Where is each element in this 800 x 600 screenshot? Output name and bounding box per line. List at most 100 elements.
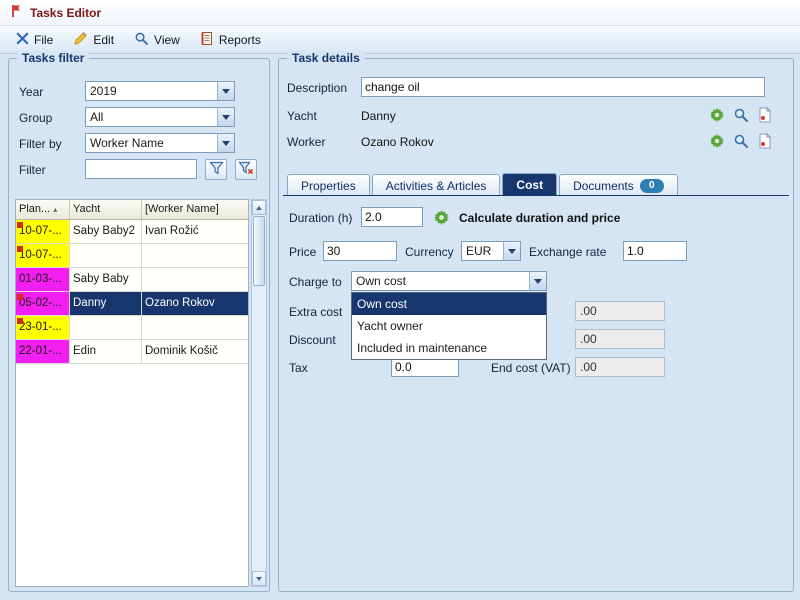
tab-divider bbox=[283, 195, 789, 196]
filterby-combo[interactable]: Worker Name bbox=[85, 133, 235, 153]
year-label: Year bbox=[19, 85, 43, 99]
cell-yacht[interactable] bbox=[70, 244, 142, 268]
tasks-filter-panel: Tasks filter Year 2019 Group All Filter … bbox=[8, 58, 270, 592]
tab-activities-articles[interactable]: Activities & Articles bbox=[372, 174, 501, 196]
app-icon bbox=[10, 4, 22, 21]
currency-label: Currency bbox=[405, 245, 454, 259]
chevron-down-icon[interactable] bbox=[217, 108, 234, 126]
price-input[interactable] bbox=[323, 241, 397, 261]
calculate-label: Calculate duration and price bbox=[459, 211, 620, 225]
table-row[interactable]: 01-03-... Saby Baby bbox=[16, 268, 248, 292]
chevron-down-icon[interactable] bbox=[529, 272, 546, 290]
dropdown-option-own-cost[interactable]: Own cost bbox=[352, 293, 546, 315]
cell-worker[interactable] bbox=[142, 244, 248, 268]
menu-file[interactable]: File bbox=[8, 28, 65, 52]
currency-combo[interactable]: EUR bbox=[461, 241, 521, 261]
tax-label: Tax bbox=[289, 361, 308, 375]
file-icon bbox=[16, 32, 29, 48]
task-details-title: Task details bbox=[287, 51, 365, 65]
pencil-icon bbox=[73, 31, 88, 49]
filter-input[interactable] bbox=[85, 159, 197, 179]
table-row-selected[interactable]: 05-02-... Danny Ozano Rokov bbox=[16, 292, 248, 316]
filter-label: Filter bbox=[19, 163, 46, 177]
cell-plan[interactable]: 05-02-... bbox=[16, 292, 70, 316]
yacht-value: Danny bbox=[361, 109, 396, 123]
cell-worker[interactable]: Dominik Košič bbox=[142, 340, 248, 364]
scrollbar-thumb[interactable] bbox=[253, 216, 265, 286]
group-combo[interactable]: All bbox=[85, 107, 235, 127]
tab-documents[interactable]: Documents 0 bbox=[559, 174, 678, 196]
end-cost-label: End cost (VAT) bbox=[491, 361, 571, 375]
documents-count-badge: 0 bbox=[640, 179, 664, 193]
yacht-document-icon[interactable] bbox=[755, 105, 775, 125]
menu-view[interactable]: View bbox=[126, 27, 192, 53]
apply-filter-button[interactable] bbox=[205, 159, 227, 180]
description-input[interactable] bbox=[361, 77, 765, 97]
table-row[interactable]: 22-01-... Edin Dominik Košič bbox=[16, 340, 248, 364]
duration-label: Duration (h) bbox=[289, 211, 352, 225]
cell-plan[interactable]: 22-01-... bbox=[16, 340, 70, 364]
menu-edit[interactable]: Edit bbox=[65, 27, 126, 53]
year-combo[interactable]: 2019 bbox=[85, 81, 235, 101]
worker-settings-gear-icon[interactable] bbox=[707, 131, 727, 151]
cell-worker[interactable]: Ozano Rokov bbox=[142, 292, 248, 316]
duration-input[interactable] bbox=[361, 207, 423, 227]
calculate-gear-icon[interactable] bbox=[431, 207, 451, 227]
table-scrollbar[interactable] bbox=[251, 199, 267, 587]
chevron-down-icon[interactable] bbox=[217, 82, 234, 100]
cell-plan[interactable]: 10-07-... bbox=[16, 244, 70, 268]
cell-plan[interactable]: 01-03-... bbox=[16, 268, 70, 292]
table-header: Plan... Yacht [Worker Name] bbox=[16, 200, 248, 220]
menu-bar: File Edit View Reports bbox=[0, 26, 800, 54]
cell-worker[interactable] bbox=[142, 316, 248, 340]
charge-to-combo[interactable]: Own cost bbox=[351, 271, 547, 291]
table-row[interactable]: 10-07-... Saby Baby2 Ivan Rožić bbox=[16, 220, 248, 244]
cell-yacht[interactable] bbox=[70, 316, 142, 340]
cell-yacht[interactable]: Saby Baby bbox=[70, 268, 142, 292]
cell-worker[interactable] bbox=[142, 268, 248, 292]
table-row[interactable]: 10-07-... bbox=[16, 244, 248, 268]
marker-icon bbox=[17, 222, 23, 228]
dropdown-option-yacht-owner[interactable]: Yacht owner bbox=[352, 315, 546, 337]
tasks-filter-title: Tasks filter bbox=[17, 51, 89, 65]
menu-reports-label: Reports bbox=[219, 33, 261, 47]
filterby-value: Worker Name bbox=[86, 136, 217, 150]
column-header-worker[interactable]: [Worker Name] bbox=[142, 200, 248, 219]
marker-icon bbox=[17, 318, 23, 324]
table-row[interactable]: 23-01-... bbox=[16, 316, 248, 340]
chevron-down-icon[interactable] bbox=[217, 134, 234, 152]
group-value: All bbox=[86, 110, 217, 124]
worker-document-icon[interactable] bbox=[755, 131, 775, 151]
scroll-up-icon[interactable] bbox=[252, 200, 266, 215]
yacht-settings-gear-icon[interactable] bbox=[707, 105, 727, 125]
menu-reports[interactable]: Reports bbox=[192, 27, 273, 53]
cell-yacht[interactable]: Saby Baby2 bbox=[70, 220, 142, 244]
currency-value: EUR bbox=[462, 244, 503, 258]
clear-filter-button[interactable] bbox=[235, 159, 257, 180]
column-header-plan[interactable]: Plan... bbox=[16, 200, 70, 219]
column-header-yacht[interactable]: Yacht bbox=[70, 200, 142, 219]
tab-properties[interactable]: Properties bbox=[287, 174, 370, 196]
funnel-icon bbox=[209, 161, 224, 178]
tab-cost[interactable]: Cost bbox=[502, 173, 557, 196]
cell-plan[interactable]: 23-01-... bbox=[16, 316, 70, 340]
exchange-rate-input[interactable] bbox=[623, 241, 687, 261]
menu-file-label: File bbox=[34, 33, 53, 47]
price-label: Price bbox=[289, 245, 316, 259]
cell-plan[interactable]: 10-07-... bbox=[16, 220, 70, 244]
worker-value: Ozano Rokov bbox=[361, 135, 434, 149]
cell-yacht[interactable]: Danny bbox=[70, 292, 142, 316]
cell-worker[interactable]: Ivan Rožić bbox=[142, 220, 248, 244]
worker-search-icon[interactable] bbox=[731, 131, 751, 151]
cell-yacht[interactable]: Edin bbox=[70, 340, 142, 364]
dropdown-option-included-maintenance[interactable]: Included in maintenance bbox=[352, 337, 546, 359]
tax-input[interactable] bbox=[391, 357, 459, 377]
title-bar: Tasks Editor bbox=[0, 0, 800, 26]
yacht-search-icon[interactable] bbox=[731, 105, 751, 125]
charge-to-dropdown: Own cost Yacht owner Included in mainten… bbox=[351, 292, 547, 360]
extra-cost-label: Extra cost bbox=[289, 305, 342, 319]
scroll-down-icon[interactable] bbox=[252, 571, 266, 586]
filterby-label: Filter by bbox=[19, 137, 62, 151]
chevron-down-icon[interactable] bbox=[503, 242, 520, 260]
marker-icon bbox=[17, 294, 23, 300]
